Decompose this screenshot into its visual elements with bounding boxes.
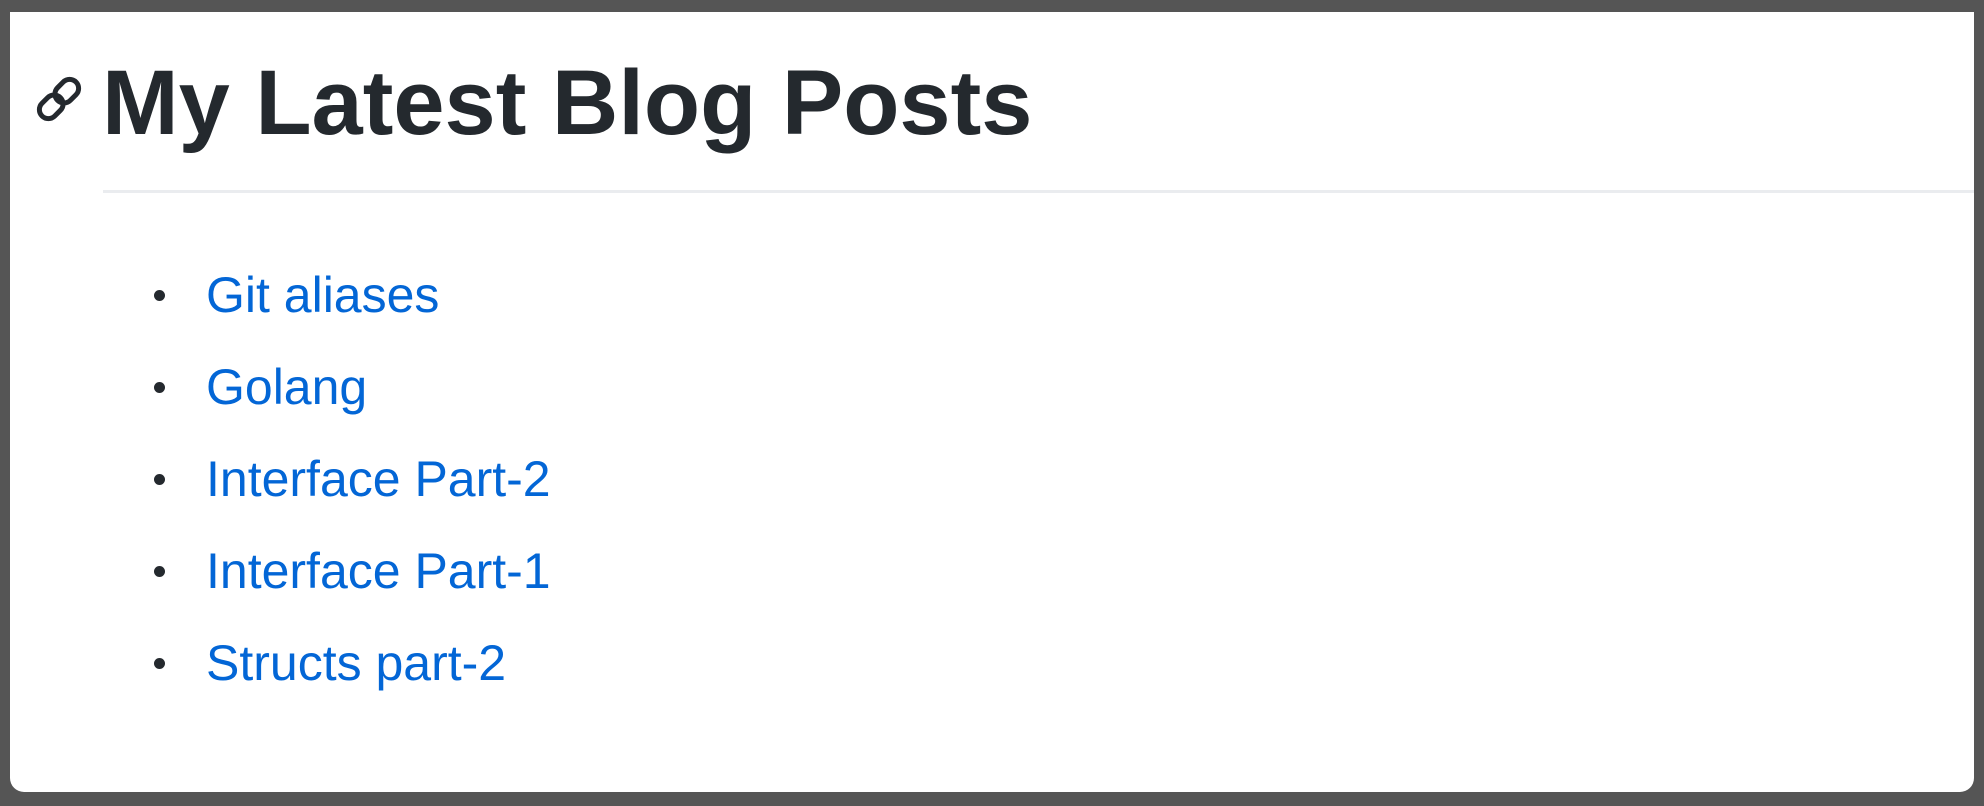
post-link-git-aliases[interactable]: Git aliases: [206, 258, 439, 332]
bullet-icon: [154, 566, 165, 577]
bullet-icon: [154, 658, 165, 669]
post-link-structs-part-2[interactable]: Structs part-2: [206, 626, 506, 700]
post-link-interface-part-1[interactable]: Interface Part-1: [206, 534, 551, 608]
link-icon: [28, 68, 90, 130]
post-link-golang[interactable]: Golang: [206, 350, 367, 424]
heading-divider: [103, 190, 1974, 193]
bullet-icon: [154, 474, 165, 485]
heading-anchor-link[interactable]: [28, 68, 90, 130]
readme-panel: My Latest Blog Posts Git aliases Golang …: [10, 12, 1974, 792]
page-title: My Latest Blog Posts: [102, 52, 1033, 154]
post-link-interface-part-2[interactable]: Interface Part-2: [206, 442, 551, 516]
section-heading: My Latest Blog Posts: [10, 48, 1974, 158]
bullet-icon: [154, 382, 165, 393]
bullet-icon: [154, 290, 165, 301]
